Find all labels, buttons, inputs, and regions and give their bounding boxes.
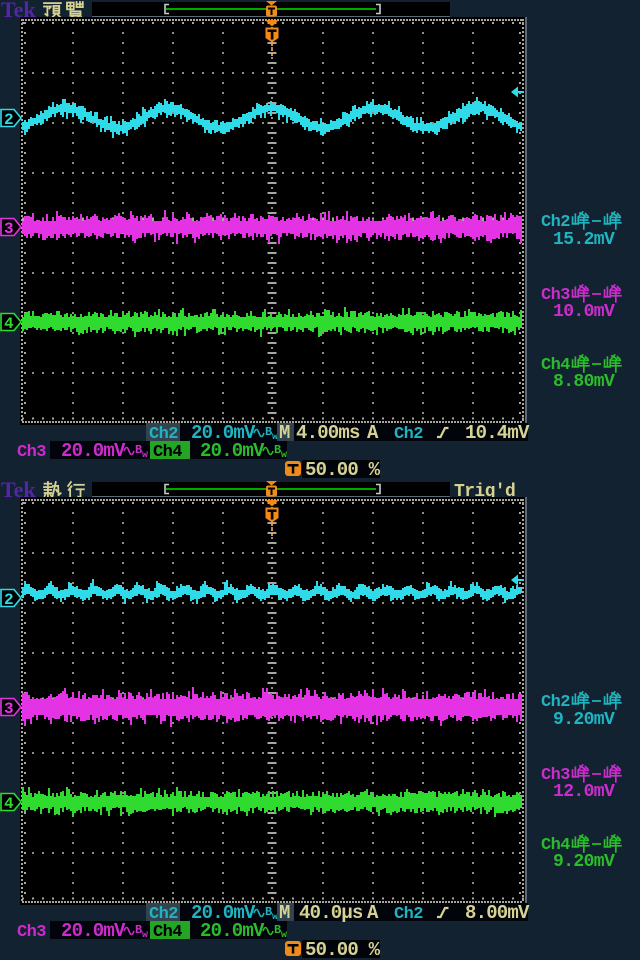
svg-text:w: w bbox=[142, 450, 148, 461]
svg-text:M: M bbox=[279, 902, 290, 924]
svg-text:10.4mV: 10.4mV bbox=[465, 422, 530, 444]
svg-text:40.0µs: 40.0µs bbox=[299, 902, 363, 924]
svg-text:8.00mV: 8.00mV bbox=[465, 902, 530, 924]
svg-text:Ch4: Ch4 bbox=[153, 443, 182, 462]
svg-text:w: w bbox=[281, 930, 287, 941]
svg-text:3: 3 bbox=[4, 220, 14, 238]
svg-text:12.0mV: 12.0mV bbox=[553, 782, 615, 802]
svg-text:20.0mV: 20.0mV bbox=[61, 920, 126, 942]
svg-text:M: M bbox=[279, 422, 290, 444]
svg-text:Ch4: Ch4 bbox=[153, 923, 182, 942]
svg-text:50.00 %: 50.00 % bbox=[305, 939, 381, 960]
svg-text:A: A bbox=[367, 422, 379, 444]
svg-text:4.00ms: 4.00ms bbox=[296, 422, 360, 444]
svg-text:w: w bbox=[281, 450, 287, 461]
svg-text:A: A bbox=[367, 902, 379, 924]
svg-text:Ch2: Ch2 bbox=[394, 425, 423, 444]
svg-text:9.20mV: 9.20mV bbox=[553, 710, 615, 730]
svg-text:Ch3: Ch3 bbox=[17, 443, 46, 462]
svg-text:4: 4 bbox=[4, 315, 14, 333]
svg-text:9.20mV: 9.20mV bbox=[553, 852, 615, 872]
svg-text:w: w bbox=[142, 930, 148, 941]
svg-text:2: 2 bbox=[4, 111, 14, 129]
svg-text:50.00 %: 50.00 % bbox=[305, 459, 381, 481]
svg-text:Ch2: Ch2 bbox=[394, 905, 423, 924]
svg-text:10.0mV: 10.0mV bbox=[553, 302, 615, 322]
svg-text:2: 2 bbox=[4, 591, 14, 609]
svg-text:8.80mV: 8.80mV bbox=[553, 372, 615, 392]
svg-text:20.0mV: 20.0mV bbox=[200, 440, 265, 462]
svg-text:20.0mV: 20.0mV bbox=[61, 440, 126, 462]
svg-text:3: 3 bbox=[4, 700, 14, 718]
svg-text:15.2mV: 15.2mV bbox=[553, 230, 615, 250]
svg-text:4: 4 bbox=[4, 795, 14, 813]
svg-text:Ch3: Ch3 bbox=[17, 923, 46, 942]
svg-text:20.0mV: 20.0mV bbox=[200, 920, 265, 942]
